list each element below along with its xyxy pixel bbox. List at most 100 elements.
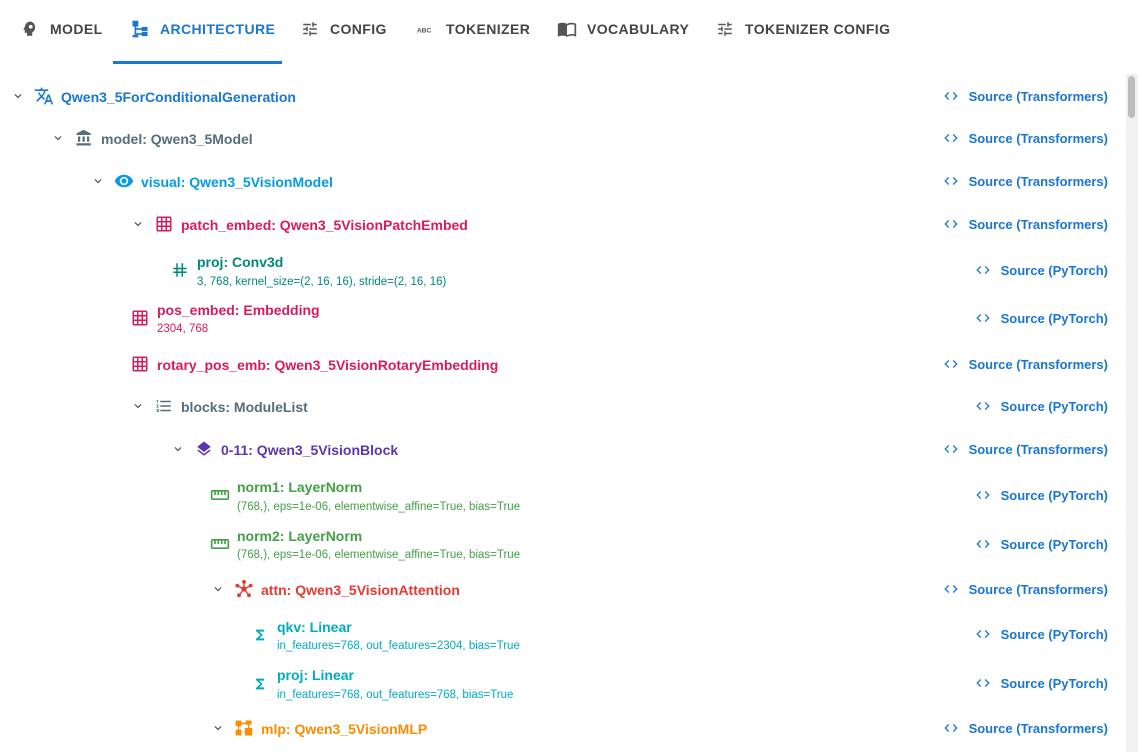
- source-label: Source (PyTorch): [1000, 626, 1108, 642]
- layers-icon: [194, 439, 214, 459]
- node-title[interactable]: attn: Qwen3_5VisionAttention: [261, 582, 460, 598]
- node-params: in_features=768, out_features=768, bias=…: [277, 689, 514, 701]
- node-title[interactable]: rotary_pos_emb: Qwen3_5VisionRotaryEmbed…: [157, 357, 498, 373]
- node-params: 3, 768, kernel_size=(2, 16, 16), stride=…: [197, 276, 447, 288]
- scrollbar-track[interactable]: [1126, 74, 1138, 752]
- tree-node: model: Qwen3_5Model Source (Transformers…: [0, 118, 1126, 158]
- source-link[interactable]: Source (PyTorch): [975, 398, 1108, 414]
- node-title[interactable]: pos_embed: Embedding: [157, 302, 320, 318]
- source-link[interactable]: Source (Transformers): [943, 216, 1108, 232]
- source-label: Source (PyTorch): [1000, 536, 1108, 552]
- source-link[interactable]: Source (PyTorch): [975, 262, 1108, 278]
- tree-node: rotary_pos_emb: Qwen3_5VisionRotaryEmbed…: [0, 344, 1126, 384]
- source-link[interactable]: Source (PyTorch): [975, 536, 1108, 552]
- tree-node: visual: Qwen3_5VisionModel Source (Trans…: [0, 161, 1126, 201]
- chevron-down-icon[interactable]: [130, 398, 146, 414]
- sigma-icon: [250, 674, 270, 694]
- source-link[interactable]: Source (Transformers): [943, 720, 1108, 736]
- architecture-tree: Qwen3_5ForConditionalGeneration Source (…: [0, 64, 1126, 752]
- source-label: Source (PyTorch): [1000, 262, 1108, 278]
- source-label: Source (PyTorch): [1000, 310, 1108, 326]
- node-title[interactable]: proj: Linear: [277, 667, 354, 683]
- chevron-down-icon[interactable]: [50, 130, 66, 146]
- source-link[interactable]: Source (Transformers): [943, 173, 1108, 189]
- source-link[interactable]: Source (PyTorch): [975, 675, 1108, 691]
- code-icon: [943, 720, 959, 736]
- source-link[interactable]: Source (PyTorch): [975, 310, 1108, 326]
- code-icon: [975, 487, 991, 503]
- code-icon: [943, 88, 959, 104]
- node-title[interactable]: mlp: Qwen3_5VisionMLP: [261, 721, 427, 737]
- tab-label: TOKENIZER: [446, 21, 531, 37]
- chevron-down-icon[interactable]: [90, 173, 106, 189]
- chevron-down-icon[interactable]: [10, 88, 26, 104]
- tab-vocabulary[interactable]: VOCABULARY: [557, 0, 689, 64]
- model-icon: [20, 19, 40, 39]
- ruler-icon: [210, 485, 230, 505]
- source-link[interactable]: Source (PyTorch): [975, 487, 1108, 503]
- code-icon: [943, 130, 959, 146]
- tree-node: patch_embed: Qwen3_5VisionPatchEmbed Sou…: [0, 204, 1126, 244]
- tab-label: ARCHITECTURE: [160, 21, 276, 37]
- translate-icon: [34, 86, 54, 106]
- tab-architecture[interactable]: ARCHITECTURE: [130, 0, 275, 64]
- node-title[interactable]: proj: Conv3d: [197, 254, 283, 270]
- source-label: Source (PyTorch): [1000, 398, 1108, 414]
- tab-label: CONFIG: [330, 21, 387, 37]
- tune-icon: [300, 19, 320, 39]
- tree-node: Qwen3_5ForConditionalGeneration Source (…: [0, 76, 1126, 116]
- source-link[interactable]: Source (Transformers): [943, 88, 1108, 104]
- source-link[interactable]: Source (PyTorch): [975, 626, 1108, 642]
- code-icon: [943, 173, 959, 189]
- source-label: Source (Transformers): [968, 356, 1108, 372]
- code-icon: [943, 441, 959, 457]
- source-link[interactable]: Source (Transformers): [943, 356, 1108, 372]
- chevron-down-icon[interactable]: [210, 720, 226, 736]
- chevron-down-icon[interactable]: [170, 441, 186, 457]
- code-icon: [975, 398, 991, 414]
- scrollbar-thumb[interactable]: [1128, 76, 1135, 118]
- node-params: in_features=768, out_features=2304, bias…: [277, 640, 520, 652]
- tree-node: blocks: ModuleList Source (PyTorch): [0, 386, 1126, 426]
- code-icon: [975, 626, 991, 642]
- tree-node: mlp: Qwen3_5VisionMLP Source (Transforme…: [0, 708, 1126, 748]
- node-title[interactable]: Qwen3_5ForConditionalGeneration: [61, 89, 296, 105]
- node-title[interactable]: patch_embed: Qwen3_5VisionPatchEmbed: [181, 217, 468, 233]
- node-title[interactable]: model: Qwen3_5Model: [101, 131, 253, 147]
- node-title[interactable]: qkv: Linear: [277, 619, 352, 635]
- source-link[interactable]: Source (Transformers): [943, 581, 1108, 597]
- tab-bar: MODEL ARCHITECTURE CONFIG ABC TOKENIZER …: [0, 0, 1138, 64]
- node-title[interactable]: 0-11: Qwen3_5VisionBlock: [221, 442, 398, 458]
- node-title[interactable]: blocks: ModuleList: [181, 399, 308, 415]
- hash-icon: [170, 260, 190, 280]
- tab-model[interactable]: MODEL: [20, 0, 103, 64]
- hub-icon: [234, 579, 254, 599]
- tab-label: TOKENIZER CONFIG: [745, 21, 891, 37]
- tree-node: 0-11: Qwen3_5VisionBlock Source (Transfo…: [0, 429, 1126, 469]
- abc-icon: ABC: [416, 19, 436, 39]
- node-title[interactable]: norm1: LayerNorm: [237, 479, 362, 495]
- node-title[interactable]: norm2: LayerNorm: [237, 528, 362, 544]
- code-icon: [975, 310, 991, 326]
- tab-tokenizer-config[interactable]: TOKENIZER CONFIG: [715, 0, 890, 64]
- tab-tokenizer[interactable]: ABC TOKENIZER: [416, 0, 530, 64]
- source-label: Source (PyTorch): [1000, 487, 1108, 503]
- sigma-icon: [250, 625, 270, 645]
- source-label: Source (Transformers): [968, 88, 1108, 104]
- source-label: Source (Transformers): [968, 720, 1108, 736]
- code-icon: [943, 356, 959, 372]
- book-icon: [557, 19, 577, 39]
- chevron-down-icon[interactable]: [130, 216, 146, 232]
- grid-icon: [154, 214, 174, 234]
- grid-icon: [130, 354, 150, 374]
- code-icon: [943, 581, 959, 597]
- node-title[interactable]: visual: Qwen3_5VisionModel: [141, 174, 333, 190]
- tab-config[interactable]: CONFIG: [300, 0, 387, 64]
- chevron-down-icon[interactable]: [210, 581, 226, 597]
- tree-node: proj: Linear in_features=768, out_featur…: [0, 661, 1126, 705]
- source-link[interactable]: Source (Transformers): [943, 441, 1108, 457]
- code-icon: [975, 536, 991, 552]
- source-link[interactable]: Source (Transformers): [943, 130, 1108, 146]
- code-icon: [943, 216, 959, 232]
- eye-icon: [114, 171, 134, 191]
